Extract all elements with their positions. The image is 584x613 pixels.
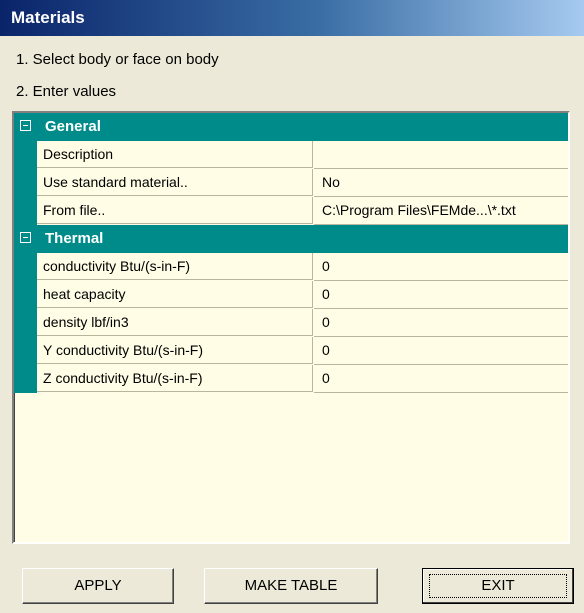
property-row[interactable]: Use standard material.. No [14,169,568,197]
row-gutter [14,365,37,393]
apply-button[interactable]: APPLY [22,568,174,604]
row-gutter [14,141,37,169]
property-grid[interactable]: General Description Use standard material.… [12,111,570,544]
category-row-general[interactable]: General [14,113,568,141]
category-row-thermal[interactable]: Thermal [14,225,568,253]
property-value[interactable] [314,141,568,169]
property-value[interactable]: 0 [314,365,568,393]
exit-button-label: EXIT [481,577,515,594]
property-value[interactable]: 0 [314,309,568,337]
property-row[interactable]: From file.. C:\Program Files\FEMde...\*.t… [14,197,568,225]
property-row[interactable]: Y conductivity Btu/(s-in-F) 0 [14,337,568,365]
property-name[interactable]: Description [37,141,313,168]
row-gutter [14,337,37,365]
property-value[interactable]: 0 [314,337,568,365]
property-name[interactable]: From file.. [37,197,313,224]
property-name[interactable]: Use standard material.. [37,169,313,196]
property-name[interactable]: density lbf/in3 [37,309,313,336]
row-gutter [14,197,37,225]
property-value[interactable]: No [314,169,568,197]
make-table-button[interactable]: MAKE TABLE [204,568,378,604]
property-name[interactable]: Y conductivity Btu/(s-in-F) [37,337,313,364]
property-value[interactable]: 0 [314,253,568,281]
property-value[interactable]: 0 [314,281,568,309]
property-row[interactable]: Description [14,141,568,169]
row-gutter [14,169,37,197]
property-name[interactable]: conductivity Btu/(s-in-F) [37,253,313,280]
property-row[interactable]: heat capacity 0 [14,281,568,309]
window-title: Materials [0,0,584,36]
property-row[interactable]: density lbf/in3 0 [14,309,568,337]
property-row[interactable]: Z conductivity Btu/(s-in-F) 0 [14,365,568,393]
category-label: Thermal [45,230,104,247]
row-gutter [14,253,37,281]
row-gutter [14,309,37,337]
instruction-step-2: 2. Enter values [16,83,117,100]
category-label: General [45,118,101,135]
property-row[interactable]: conductivity Btu/(s-in-F) 0 [14,253,568,281]
property-name[interactable]: Z conductivity Btu/(s-in-F) [37,365,313,392]
property-grid-body: General Description Use standard material.… [14,113,568,393]
collapse-icon[interactable] [20,232,31,243]
property-value[interactable]: C:\Program Files\FEMde...\*.txt [314,197,568,225]
row-gutter [14,281,37,309]
instruction-step-1: 1. Select body or face on body [16,51,219,68]
collapse-icon[interactable] [20,120,31,131]
property-name[interactable]: heat capacity [37,281,313,308]
exit-button[interactable]: EXIT [422,568,574,604]
